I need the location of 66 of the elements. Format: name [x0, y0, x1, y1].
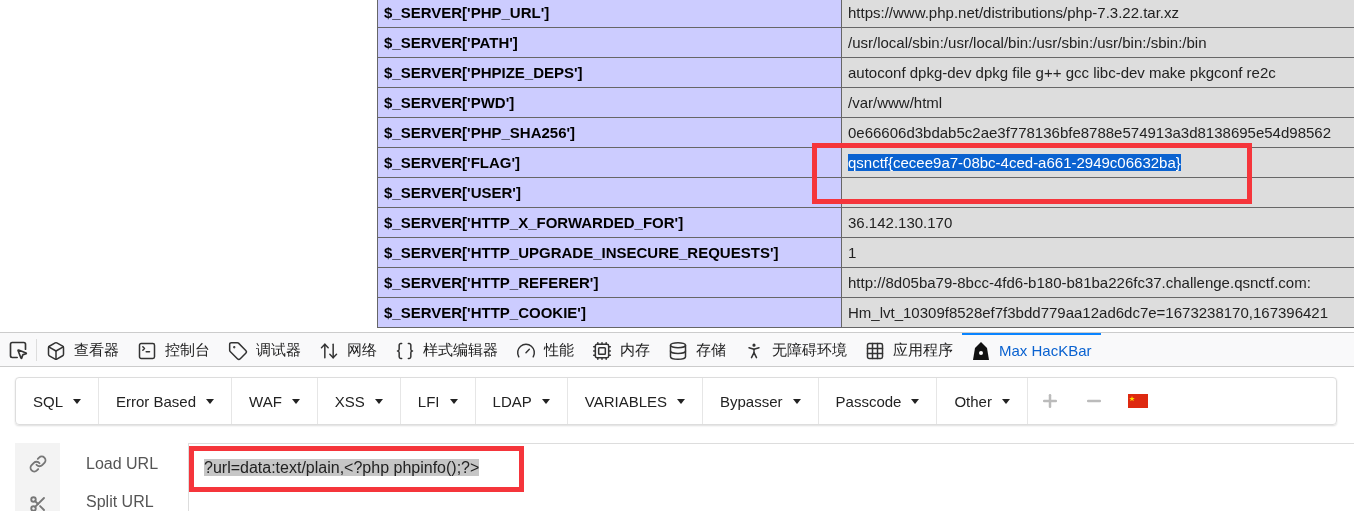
devtools-tab[interactable]: 查看器: [37, 333, 128, 366]
cell-text: 36.142.130.170: [848, 214, 953, 231]
caret-icon: [1001, 398, 1010, 404]
cell-text: Hm_lvt_10309f8528ef7f3bdd779aa12ad6dc7e=1673238170,167396421: [848, 304, 1329, 321]
caret-icon: [206, 398, 215, 404]
cell-text: 0e66606d3bdab5c2ae3f778136bfe8788e574913a3d8138695e54d98562: [848, 124, 1331, 141]
devtools-tab[interactable]: 存储: [659, 333, 735, 366]
cell-text: 1: [848, 244, 857, 261]
url-text: ?url=data:text/plain,<?php phpinfo();?>: [204, 459, 480, 476]
devtools-tab[interactable]: 应用程序: [856, 333, 962, 366]
caret-icon: [911, 398, 920, 404]
cell-text: qsnctf{cecee9a7-08bc-4ced-a661-2949c06632ba}: [848, 154, 1181, 171]
menu-dropdown[interactable]: VARIABLES: [567, 378, 703, 424]
menu-dropdown[interactable]: SQL: [16, 378, 99, 424]
chip-icon: [592, 340, 612, 361]
menu-dropdown[interactable]: LFI: [400, 378, 476, 424]
table-cell: $_SERVER['PATH']: [377, 27, 842, 58]
table-cell: $_SERVER['FLAG']: [377, 147, 842, 178]
devtools-tab[interactable]: 内存: [583, 333, 659, 366]
cell-text: http://8d05ba79-8bcc-4fd6-b180-b81ba226fc37.challenge.qsnctf.com:: [848, 274, 1311, 291]
caret-icon: [374, 398, 383, 404]
caret-icon: [541, 398, 550, 404]
menu-dropdown[interactable]: LDAP: [475, 378, 568, 424]
table-cell: $_SERVER['PHPIZE_DEPS']: [377, 57, 842, 88]
debugger-icon: [228, 340, 248, 361]
table-cell: $_SERVER['USER']: [377, 177, 842, 208]
devtools-tab[interactable]: 调试器: [219, 333, 310, 366]
china-flag-icon[interactable]: [1127, 394, 1148, 408]
element-picker-icon[interactable]: [8, 339, 28, 360]
inspector-icon: [46, 340, 66, 361]
caret-icon: [677, 398, 685, 404]
caret-icon: [449, 398, 458, 404]
url-input-field[interactable]: ?url=data:text/plain,<?php phpinfo();?>: [188, 443, 1354, 511]
table-cell: $_SERVER['PHP_SHA256']: [377, 117, 842, 148]
menu-dropdown[interactable]: Passcode: [818, 378, 938, 424]
cell-text: /usr/local/sbin:/usr/local/bin:/usr/sbin:/usr/bin:/sbin:/bin: [848, 34, 1207, 51]
braces-icon: [395, 340, 415, 361]
field-label: Split URL: [85, 493, 155, 511]
menu-dropdown[interactable]: XSS: [317, 378, 401, 424]
console-icon: [137, 340, 157, 361]
cell-text: /var/www/html: [848, 94, 943, 111]
caret-icon: [291, 398, 300, 404]
table-cell: $_SERVER['PHP_URL']: [377, 0, 842, 28]
table-cell: $_SERVER['HTTP_COOKIE']: [377, 297, 842, 328]
table-cell: $_SERVER['HTTP_X_FORWARDED_FOR']: [377, 207, 842, 238]
devtools-tab[interactable]: 性能: [507, 333, 583, 366]
devtools-tab[interactable]: 网络: [310, 333, 386, 366]
table-cell: $_SERVER['PWD']: [377, 87, 842, 118]
caret-icon: [73, 398, 81, 404]
devtools-tab[interactable]: 无障碍环境: [735, 333, 856, 366]
link-icon[interactable]: [28, 455, 47, 473]
table-cell: $_SERVER['HTTP_REFERER']: [377, 267, 842, 298]
table-cell: $_SERVER['HTTP_UPGRADE_INSECURE_REQUESTS']: [377, 237, 842, 268]
field-label: Load URL: [85, 455, 160, 473]
menu-dropdown[interactable]: WAF: [232, 378, 318, 424]
caret-icon: [792, 398, 801, 404]
cell-text: autoconf dpkg-dev dpkg file g++ gcc libc-dev make pkgconf re2c: [848, 64, 1276, 81]
menu-dropdown[interactable]: Other: [937, 378, 1028, 424]
menu-dropdown[interactable]: Bypasser: [703, 378, 819, 424]
devtools-tab[interactable]: 控制台: [128, 333, 219, 366]
menu-dropdown[interactable]: Error Based: [99, 378, 233, 424]
cell-text: https://www.php.net/distributions/php-7.3.22.tar.xz: [848, 4, 1180, 21]
scissors-icon[interactable]: [28, 495, 47, 511]
devtools-tab[interactable]: 样式编辑器: [386, 333, 507, 366]
grid-icon: [865, 340, 885, 361]
storage-icon: [668, 340, 688, 361]
